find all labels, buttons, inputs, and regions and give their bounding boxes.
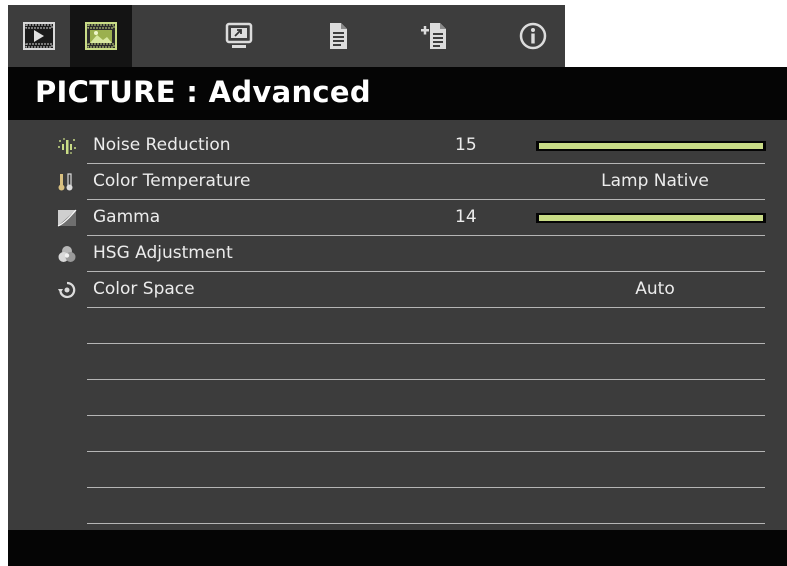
menu-row-noise-reduction[interactable]: Noise Reduction 15: [8, 128, 787, 164]
color-temperature-label: Color Temperature: [93, 171, 251, 191]
empty-menu-row: [8, 488, 787, 524]
menu-row-hsg-adjustment[interactable]: HSG Adjustment: [8, 236, 787, 272]
monitor-icon: [225, 22, 253, 48]
picture-icon: [85, 22, 117, 50]
tab-display[interactable]: [208, 5, 270, 67]
noise-reduction-slider[interactable]: [536, 141, 766, 151]
menu-row-gamma[interactable]: Gamma 14: [8, 200, 787, 236]
footer-bar: [8, 530, 787, 566]
empty-menu-row: [8, 308, 787, 344]
hsg-adjustment-label: HSG Adjustment: [93, 243, 233, 263]
thermometer-icon: [58, 173, 73, 191]
empty-menu-row: [8, 344, 787, 380]
empty-menu-row: [8, 416, 787, 452]
menu-row-color-temperature[interactable]: Color Temperature Lamp Native: [8, 164, 787, 200]
document-icon: [330, 23, 347, 49]
page-title: PICTURE : Advanced: [35, 75, 371, 109]
empty-menu-row: [8, 452, 787, 488]
row-divider: [87, 523, 765, 524]
tab-advanced-setup[interactable]: [404, 5, 466, 67]
tab-setup[interactable]: [306, 5, 368, 67]
tab-image[interactable]: [8, 5, 70, 67]
menu-list: Noise Reduction 15 Color Temperature Lam…: [8, 120, 787, 530]
documents-add-icon: [421, 23, 446, 49]
color-circles-icon: [58, 246, 76, 262]
gamma-slider-fill: [539, 215, 763, 221]
color-space-value: Auto: [635, 279, 675, 299]
noise-reduction-label: Noise Reduction: [93, 135, 231, 155]
projector-osd-menu: PICTURE : Advanced Noise Reduction 15 Co…: [0, 0, 787, 566]
gamma-value: 14: [455, 207, 477, 227]
gamma-label: Gamma: [93, 207, 161, 227]
noise-reduction-slider-fill: [539, 143, 763, 149]
empty-menu-row: [8, 380, 787, 416]
gamma-curve-icon: [57, 209, 77, 227]
noise-reduction-value: 15: [455, 135, 477, 155]
gamma-slider[interactable]: [536, 213, 766, 223]
title-bar: PICTURE : Advanced: [8, 67, 787, 120]
noise-reduction-icon: [58, 138, 76, 154]
tab-bar-blank-area: [565, 5, 787, 67]
color-space-icon: [58, 281, 76, 299]
color-space-label: Color Space: [93, 279, 195, 299]
play-screen-icon: [23, 22, 55, 50]
tab-picture[interactable]: [70, 5, 132, 67]
color-temperature-value: Lamp Native: [601, 171, 709, 191]
menu-row-color-space[interactable]: Color Space Auto: [8, 272, 787, 308]
menu-tab-bar: [8, 5, 565, 67]
tab-info[interactable]: [502, 5, 564, 67]
info-icon: [519, 22, 547, 50]
